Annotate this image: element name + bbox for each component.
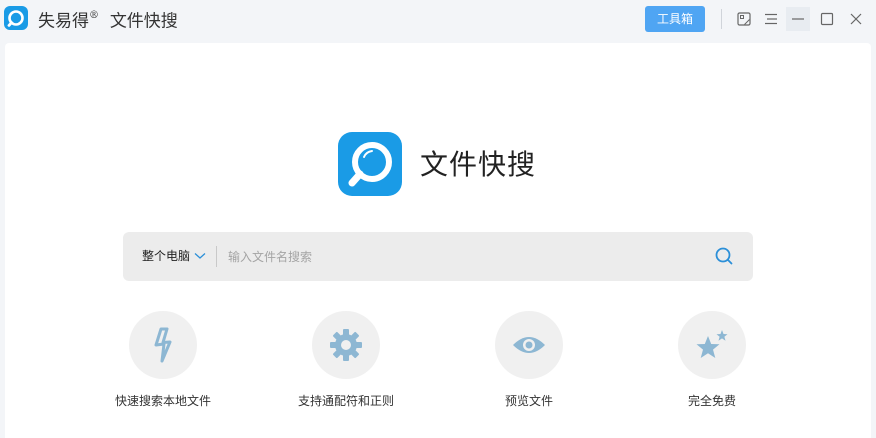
hero-title: 文件快搜 <box>420 149 537 180</box>
feature-label: 快速搜索本地文件 <box>114 394 211 408</box>
lightning-icon <box>154 327 172 363</box>
feature-circle <box>495 311 563 379</box>
titlebar-divider <box>721 9 722 29</box>
skin-icon <box>737 12 751 26</box>
search-bar: 整个电脑 <box>123 232 753 281</box>
menu-icon <box>765 13 777 25</box>
feature-label: 预览文件 <box>504 394 553 408</box>
app-title: 失易得® 文件快搜 <box>38 6 178 32</box>
scope-label: 整个电脑 <box>142 249 191 263</box>
feature-label: 完全免费 <box>687 394 736 408</box>
stars-icon <box>696 330 728 358</box>
feature-circle <box>129 311 197 379</box>
toolbox-button[interactable]: 工具箱 <box>645 6 705 32</box>
minimize-icon <box>792 18 804 20</box>
search-divider <box>216 246 217 267</box>
close-button[interactable] <box>844 7 868 31</box>
app-subtitle: 文件快搜 <box>109 11 178 32</box>
feature-wildcard-regex: 支持通配符和正则 <box>276 311 416 409</box>
feature-circle <box>312 311 380 379</box>
eye-icon <box>513 337 545 353</box>
chevron-down-icon <box>194 232 206 281</box>
minimize-button[interactable] <box>786 7 810 31</box>
title-bar: 失易得® 文件快搜 工具箱 <box>0 0 876 38</box>
feature-label: 支持通配符和正则 <box>297 394 394 408</box>
gear-icon <box>330 329 362 361</box>
search-input[interactable] <box>228 244 698 269</box>
app-name: 失易得 <box>38 11 89 32</box>
scope-dropdown[interactable]: 整个电脑 <box>142 232 206 281</box>
feature-fast-search: 快速搜索本地文件 <box>93 311 233 409</box>
menu-button[interactable] <box>759 7 783 31</box>
close-icon <box>850 13 862 25</box>
maximize-button[interactable] <box>815 7 839 31</box>
search-icon[interactable] <box>714 246 734 266</box>
maximize-icon <box>820 12 834 26</box>
feature-preview: 预览文件 <box>459 311 599 409</box>
registered-mark: ® <box>89 10 99 21</box>
app-logo-icon <box>4 6 28 30</box>
main-panel: 文件快搜 整个电脑 快速搜索本地文件 <box>5 43 871 438</box>
magnifier-logo-icon <box>338 132 402 196</box>
feature-circle <box>678 311 746 379</box>
skin-button[interactable] <box>732 7 756 31</box>
feature-free: 完全免费 <box>642 311 782 409</box>
